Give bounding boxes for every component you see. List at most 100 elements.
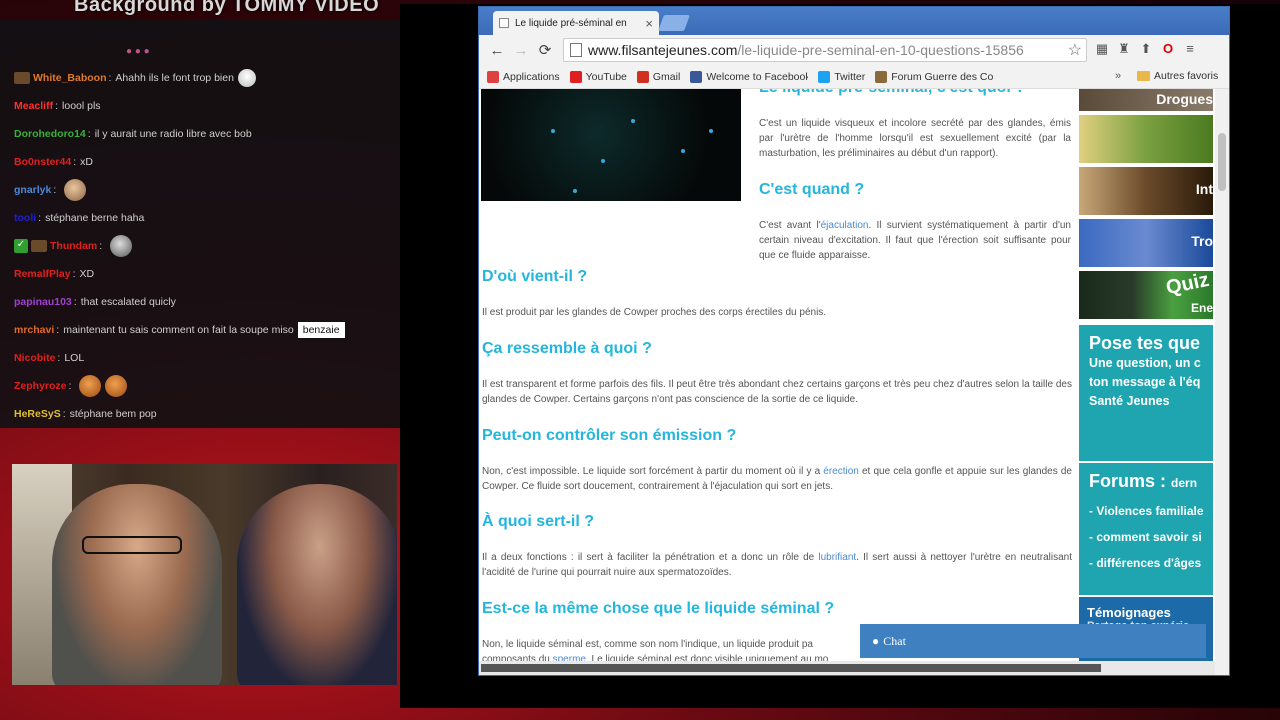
opera-icon[interactable]: O [1157, 41, 1179, 57]
chat-username[interactable]: Meacliff [14, 100, 53, 112]
webcam-person-right [237, 484, 397, 685]
extension-grid-icon[interactable]: ▦ [1091, 41, 1113, 57]
chat-text: Ahahh ils le font trop bien [115, 72, 234, 84]
chat-username[interactable]: papinau103 [14, 296, 72, 308]
chat-username[interactable]: RemalfPlay [14, 268, 71, 280]
horizontal-scroll-thumb[interactable] [481, 664, 1101, 672]
chat-username[interactable]: Zephyroze [14, 380, 67, 392]
forums-title: Forums : [1089, 471, 1167, 491]
promo-forums[interactable]: Forums : dern - Violences familiale - co… [1079, 463, 1213, 595]
chat-bubble-icon: ● [872, 633, 880, 648]
bookmark-item[interactable]: YouTube [569, 70, 627, 83]
paragraph-seminal-text-a: Non, le liquide séminal est, comme son n… [482, 639, 813, 650]
chat-message: gnarlyk: [14, 176, 394, 204]
chat-widget-button[interactable]: ● Chat [860, 624, 1206, 658]
link-erection[interactable]: érection [823, 466, 859, 477]
chat-separator: : [62, 408, 66, 420]
forum-item[interactable]: - Violences familiale [1079, 498, 1213, 524]
forum-item[interactable]: - comment savoir si [1079, 524, 1213, 550]
bookmark-label: YouTube [585, 70, 627, 83]
bookmark-item[interactable]: Applications [487, 70, 560, 83]
bookmark-icon [875, 70, 888, 83]
chat-username[interactable]: Nicobite [14, 352, 55, 364]
bookmark-item[interactable]: Gmail [636, 70, 680, 83]
forums-sub: dern [1171, 476, 1198, 490]
chat-separator: : [99, 240, 103, 252]
paragraph-vient: Il est produit par les glandes de Cowper… [482, 307, 827, 318]
chat-text: XD [79, 268, 95, 280]
chat-separator: : [55, 100, 59, 112]
site-sidebar: Drogues Int Tro Quiz Ene Pose tes que Un… [1077, 89, 1215, 675]
forward-arrow-icon[interactable]: → [509, 42, 533, 59]
new-tab-button[interactable] [658, 15, 690, 31]
horizontal-scrollbar[interactable] [479, 661, 1215, 675]
bookmark-label: Forum Guerre des Co [891, 70, 994, 83]
link-ejaculation[interactable]: éjaculation [821, 220, 869, 231]
browser-tab-active[interactable]: Le liquide pré-séminal en × [493, 11, 659, 35]
paragraph-controler-text-a: Non, c'est impossible. Le liquide sort f… [482, 466, 824, 477]
forum-item[interactable]: - différences d'âges [1079, 550, 1213, 576]
vertical-scroll-thumb[interactable] [1218, 133, 1226, 191]
paragraph-controler: Non, c'est impossible. Le liquide sort f… [482, 464, 1072, 494]
menu-icon[interactable]: ≡ [1179, 41, 1201, 57]
page-content: Le liquide pré-séminal, c'est quoi ? C'e… [479, 89, 1215, 675]
url-host: www.filsantejeunes.com [588, 42, 738, 58]
chat-text: LOL [64, 352, 85, 364]
chat-separator: : [53, 184, 57, 196]
chat-separator: : [108, 72, 112, 84]
chat-username[interactable]: HeReSyS [14, 408, 61, 420]
bookmark-item[interactable]: Twitter [818, 70, 865, 83]
tile-drogues[interactable]: Drogues [1079, 89, 1213, 111]
tile-ene-label: Ene [1190, 301, 1213, 315]
bookmark-star-icon[interactable]: ☆ [1068, 40, 1082, 60]
chat-message: HeReSyS: stéphane bem pop [14, 400, 394, 428]
chat-emote-icon [237, 69, 256, 87]
paragraph-quand-text-a: C'est avant l' [759, 220, 821, 231]
bookmark-item[interactable]: Welcome to Facebook [690, 70, 808, 83]
extension-figure-icon[interactable]: ♜ [1113, 41, 1135, 57]
chat-username[interactable]: tooli [14, 212, 36, 224]
chat-separator: : [73, 156, 77, 168]
paragraph-sert-text-a: Il a deux fonctions : il sert à facilite… [482, 552, 819, 563]
address-bar[interactable]: www.filsantejeunes.com /le-liquide-pre-s… [563, 38, 1087, 62]
vertical-scrollbar[interactable] [1215, 89, 1229, 675]
promo-pose-questions[interactable]: Pose tes que Une question, un c ton mess… [1079, 325, 1213, 461]
link-lubrifiant[interactable]: lubrifiant [818, 552, 856, 563]
extension-icons: ▦ ♜ ⬆ O ≡ [1091, 41, 1201, 57]
other-bookmarks-folder[interactable]: Autres favoris [1137, 70, 1218, 82]
bookmark-item[interactable]: Forum Guerre des Co [875, 70, 994, 83]
chat-message-list: White_Baboon: Ahahh ils le font trop bien… [14, 64, 394, 428]
tile-tro[interactable]: Tro [1079, 219, 1213, 267]
chat-text: loool pls [62, 100, 101, 112]
heading-quand: C'est quand ? [759, 181, 865, 198]
paragraph-sert: Il a deux fonctions : il sert à facilite… [482, 550, 1072, 580]
paragraph-quoi: C'est un liquide visqueux et incolore se… [759, 118, 1071, 159]
chat-text: stéphane berne haha [45, 212, 145, 224]
back-arrow-icon[interactable]: ← [485, 42, 509, 59]
chat-top-emotes: ● ● ● [126, 46, 150, 57]
chat-separator: : [68, 380, 72, 392]
paragraph-quand: C'est avant l'éjaculation. Il survient s… [759, 218, 1071, 263]
chat-separator: : [38, 212, 42, 224]
chat-message: mrchavi: maintenant tu sais comment on fa… [14, 316, 394, 344]
chat-username[interactable]: Dorohedoro14 [14, 128, 86, 140]
glasses [82, 536, 182, 554]
tile-quiz[interactable]: Quiz Ene [1079, 271, 1213, 319]
bookmarks-overflow-button[interactable]: » [1115, 70, 1121, 82]
chat-username[interactable]: gnarlyk [14, 184, 51, 196]
extension-arrow-icon[interactable]: ⬆ [1135, 41, 1157, 57]
chat-username[interactable]: mrchavi [14, 324, 54, 336]
tab-close-icon[interactable]: × [645, 16, 653, 31]
bookmark-icon [690, 70, 703, 83]
chat-username[interactable]: Thundam [50, 240, 97, 252]
chat-username[interactable]: Bo0nster44 [14, 156, 71, 168]
page-info-icon[interactable] [570, 43, 582, 57]
stream-overlay-title: Background by TOMMY VIDEO [74, 0, 380, 16]
chat-separator: : [72, 268, 76, 280]
chat-username[interactable]: White_Baboon [33, 72, 107, 84]
chat-widget-label: Chat [883, 633, 906, 648]
tile-food[interactable] [1079, 115, 1213, 163]
tile-int[interactable]: Int [1079, 167, 1213, 215]
reload-icon[interactable]: ⟳ [533, 41, 557, 59]
promo-title: Pose tes que [1089, 333, 1201, 353]
